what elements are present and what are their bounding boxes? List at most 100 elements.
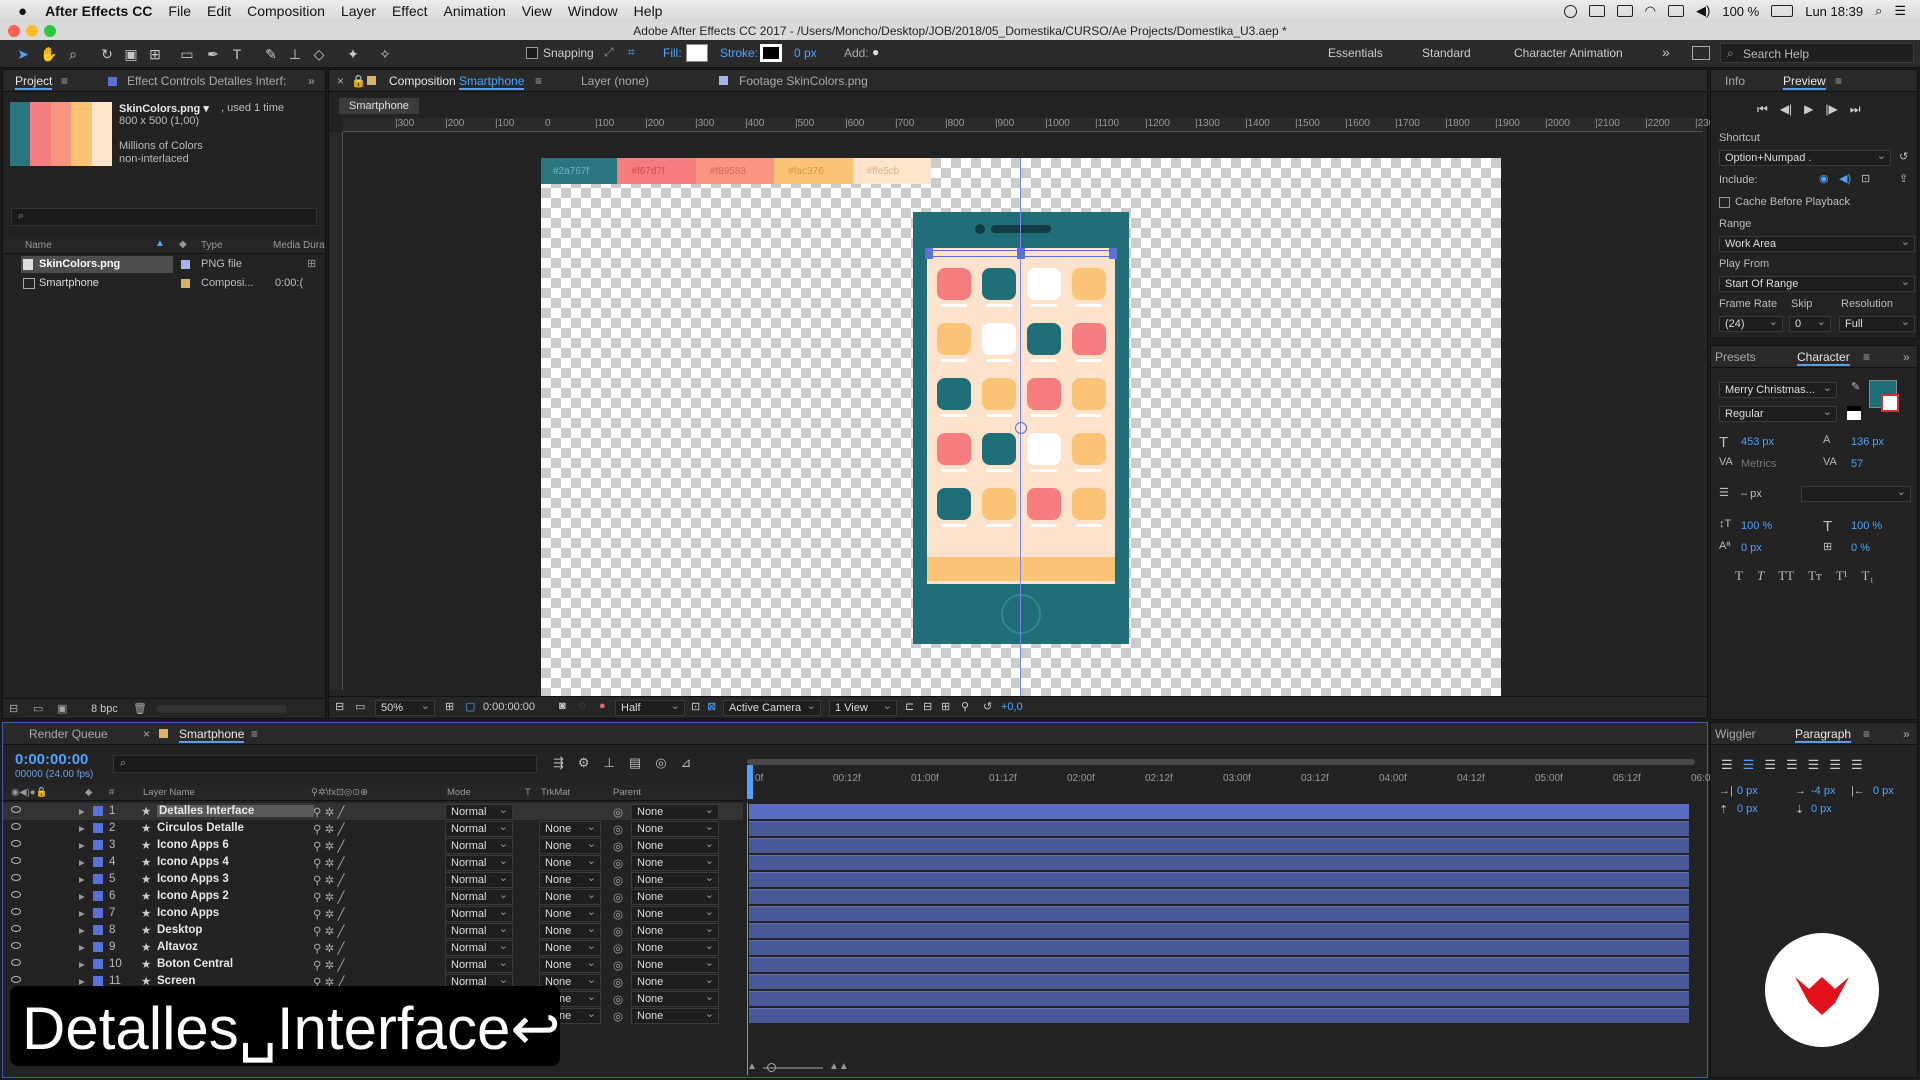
3d-ground-plane-icon[interactable]: ⊟ <box>923 700 932 713</box>
work-area-bar[interactable] <box>747 759 1695 765</box>
align-center-icon[interactable]: ☰ <box>1743 757 1755 773</box>
column-media-duration[interactable]: Media Dura <box>273 240 325 251</box>
label-color-icon[interactable] <box>93 908 103 918</box>
exposure-value[interactable]: +0,0 <box>1001 701 1023 713</box>
panel-overflow-icon[interactable]: » <box>1903 350 1910 364</box>
label-color-icon[interactable] <box>93 925 103 935</box>
workspace-character-animation[interactable]: Character Animation <box>1514 46 1623 60</box>
playhead[interactable] <box>747 765 753 799</box>
justify-all-icon[interactable]: ☰ <box>1851 757 1863 773</box>
parent-pickwhip-icon[interactable]: ◎ <box>613 839 623 853</box>
justify-center-icon[interactable]: ☰ <box>1808 757 1820 773</box>
first-frame-icon[interactable]: ⏮ <box>1757 102 1768 117</box>
stroke-type-dropdown[interactable] <box>1801 485 1911 502</box>
blend-mode-dropdown[interactable]: Normal <box>445 854 513 871</box>
camera-tool-icon[interactable]: ▣ <box>122 45 140 63</box>
reset-exposure-icon[interactable]: ↺ <box>983 700 992 713</box>
parent-pickwhip-icon[interactable]: ◎ <box>613 958 623 972</box>
next-frame-icon[interactable]: |▶ <box>1825 102 1837 117</box>
draft-3d-icon[interactable]: ⚙ <box>578 755 590 771</box>
expand-twirl-icon[interactable]: ▸ <box>79 821 85 835</box>
tab-composition-name[interactable]: Smartphone <box>459 74 525 90</box>
justify-left-icon[interactable]: ☰ <box>1786 757 1798 773</box>
track-matte-dropdown[interactable]: None <box>539 854 601 871</box>
faux-bold-button[interactable]: T <box>1735 568 1743 584</box>
faux-italic-button[interactable]: T <box>1757 568 1764 584</box>
blend-mode-dropdown[interactable]: Normal <box>445 939 513 956</box>
selection-handle[interactable] <box>1017 248 1025 259</box>
track-matte-dropdown[interactable]: None <box>539 939 601 956</box>
panel-menu-icon[interactable]: ≡ <box>535 74 542 88</box>
minimize-window-button[interactable] <box>26 25 38 37</box>
tab-effect-controls[interactable]: Effect Controls Detalles Interf: <box>127 74 286 88</box>
blend-mode-dropdown[interactable]: Normal <box>445 820 513 837</box>
label-color-icon[interactable] <box>93 976 103 986</box>
label-column-icon[interactable]: ◆ <box>179 239 187 250</box>
visibility-eye-icon[interactable] <box>11 857 21 864</box>
visibility-eye-icon[interactable] <box>11 925 21 932</box>
track-matte-dropdown[interactable]: None <box>539 837 601 854</box>
track-matte-dropdown[interactable]: None <box>539 888 601 905</box>
trash-icon[interactable]: 🗑 <box>133 702 147 715</box>
display-icon[interactable] <box>1588 5 1605 17</box>
layer-switches-icon[interactable]: ⚲ ✲ ╱ <box>313 856 344 870</box>
motion-blur-icon[interactable]: ◎ <box>655 755 666 771</box>
parent-pickwhip-icon[interactable]: ◎ <box>613 975 623 989</box>
menu-animation[interactable]: Animation <box>436 3 514 19</box>
layer-name[interactable]: Altavoz <box>157 941 198 953</box>
baseline-shift-value[interactable]: 0 px <box>1741 542 1762 554</box>
blend-mode-dropdown[interactable]: Normal <box>445 922 513 939</box>
zoom-in-icon[interactable]: ▲▲ <box>829 1061 849 1072</box>
all-caps-button[interactable]: TT <box>1778 568 1794 584</box>
zoom-slider-thumb[interactable] <box>767 1063 776 1072</box>
anchor-point-icon[interactable] <box>1015 422 1027 434</box>
view-layout-dropdown[interactable]: 1 View <box>829 699 897 716</box>
column-type[interactable]: Type <box>201 240 223 251</box>
parent-dropdown[interactable]: None <box>631 837 719 854</box>
align-right-icon[interactable]: ☰ <box>1764 757 1776 773</box>
parent-dropdown[interactable]: None <box>631 939 719 956</box>
horizontal-scale-value[interactable]: 100 % <box>1851 520 1882 532</box>
camera-dropdown[interactable]: Active Camera <box>723 699 821 716</box>
region-of-interest-icon[interactable]: ⊞ <box>445 700 454 713</box>
blend-mode-dropdown[interactable]: Normal <box>445 888 513 905</box>
last-frame-icon[interactable]: ⏭ <box>1850 102 1861 117</box>
stroke-color-swatch[interactable] <box>1881 394 1899 412</box>
layer-duration-bar[interactable] <box>749 957 1689 972</box>
stroke-width-value[interactable]: 0 px <box>794 46 817 60</box>
selection-handle[interactable] <box>1109 248 1117 259</box>
layer-switches-icon[interactable]: ⚲ ✲ ╱ <box>313 958 344 972</box>
project-item-row[interactable]: SkinColors.png PNG file ⊞ <box>3 256 325 273</box>
parent-pickwhip-icon[interactable]: ◎ <box>613 822 623 836</box>
column-name[interactable]: Name <box>25 240 52 251</box>
interpret-footage-icon[interactable]: ⊟ <box>9 702 18 715</box>
grid-snap-icon[interactable]: ⌗ <box>628 45 635 60</box>
blend-mode-dropdown[interactable]: Normal <box>445 871 513 888</box>
label-color-icon[interactable] <box>93 857 103 867</box>
expand-twirl-icon[interactable]: ▸ <box>79 957 85 971</box>
parent-pickwhip-icon[interactable]: ◎ <box>613 873 623 887</box>
project-item-row[interactable]: Smartphone Composi... 0:00:( <box>3 275 325 292</box>
track-matte-dropdown[interactable]: None <box>539 820 601 837</box>
pan-behind-tool-icon[interactable]: ⊞ <box>146 45 164 63</box>
graph-editor-icon[interactable]: ⊿ <box>681 755 692 771</box>
layer-duration-bar[interactable] <box>749 889 1689 904</box>
column-t[interactable]: T <box>525 787 531 798</box>
wifi-icon[interactable]: ◠ <box>1645 3 1656 19</box>
tsume-value[interactable]: 0 % <box>1851 542 1870 554</box>
airplay-icon[interactable] <box>1668 5 1685 17</box>
layer-name[interactable]: Desktop <box>157 924 202 936</box>
panel-overflow-icon[interactable]: » <box>308 74 315 88</box>
record-icon[interactable] <box>1563 4 1577 18</box>
footage-name[interactable]: SkinColors.png ▾ <box>119 102 209 115</box>
visibility-eye-icon[interactable] <box>11 959 21 966</box>
visibility-eye-icon[interactable] <box>11 976 21 983</box>
timeline-icon[interactable]: ⊞ <box>941 700 950 713</box>
menu-list-icon[interactable]: ☰ <box>1894 3 1906 19</box>
visibility-eye-icon[interactable] <box>11 823 21 830</box>
panel-menu-icon[interactable]: ≡ <box>1863 350 1870 364</box>
cache-checkbox[interactable] <box>1719 197 1730 208</box>
flowchart-icon[interactable]: ⊞ <box>307 257 316 270</box>
tab-wiggler[interactable]: Wiggler <box>1715 727 1756 741</box>
column-parent[interactable]: Parent <box>613 787 641 798</box>
